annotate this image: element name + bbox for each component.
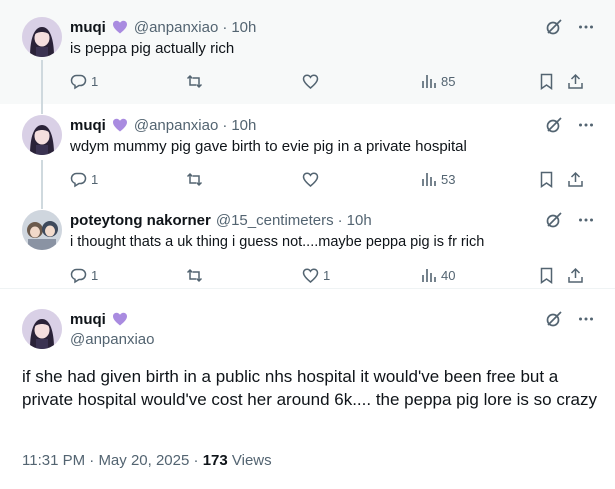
share-icon <box>568 73 583 89</box>
divider <box>0 288 615 289</box>
author-handle[interactable]: @anpanxiao <box>134 19 218 36</box>
separator-dot: · <box>89 452 95 469</box>
thread-connector <box>41 60 43 104</box>
reply-3[interactable]: poteytong nakorner @15_centimeters · 10h… <box>0 200 615 288</box>
bookmark-button[interactable] <box>538 71 555 91</box>
reply-icon <box>70 172 87 187</box>
reply-count: 1 <box>91 171 99 187</box>
more-icon[interactable] <box>577 116 595 134</box>
conversation-thread: muqi @anpanxiao · 10h is peppa pig actua… <box>0 0 615 489</box>
post-time[interactable]: 10h <box>231 19 256 36</box>
author-handle[interactable]: @15_centimeters <box>216 212 334 229</box>
grok-icon[interactable] <box>545 116 563 134</box>
views-icon <box>422 172 436 186</box>
bookmark-icon <box>540 267 553 284</box>
reply-2[interactable]: muqi @anpanxiao · 10h wdym mummy pig gav… <box>0 104 615 200</box>
retweet-button[interactable] <box>186 169 203 189</box>
views-button[interactable]: 40 <box>420 265 455 285</box>
views-count: 40 <box>441 267 456 283</box>
purple-heart-icon <box>112 311 128 327</box>
share-button[interactable] <box>567 169 584 189</box>
like-button[interactable] <box>302 169 319 189</box>
separator-dot: · <box>337 211 343 229</box>
views-icon <box>422 74 436 88</box>
post-text: if she had given birth in a public nhs h… <box>22 367 597 409</box>
views-count: 85 <box>441 73 456 89</box>
author-name[interactable]: poteytong nakorner <box>70 212 211 229</box>
reply-icon <box>70 268 87 283</box>
retweet-button[interactable] <box>186 265 203 285</box>
views-count: 173 <box>202 452 228 469</box>
reply-text: wdym mummy pig gave birth to evie pig in… <box>70 138 467 155</box>
author-name[interactable]: muqi <box>70 311 106 328</box>
reply-button[interactable]: 1 <box>70 71 98 91</box>
thread-connector <box>41 160 43 200</box>
author-handle[interactable]: @anpanxiao <box>134 117 218 134</box>
like-icon <box>302 267 319 283</box>
post-time[interactable]: 10h <box>231 117 256 134</box>
views-label: Views <box>231 452 272 469</box>
more-icon[interactable] <box>577 310 595 328</box>
views-icon <box>422 268 436 282</box>
share-icon <box>568 267 583 283</box>
retweet-icon <box>186 268 203 282</box>
reply-text: i thought thats a uk thing i guess not..… <box>70 234 485 250</box>
reply-1[interactable]: muqi @anpanxiao · 10h is peppa pig actua… <box>0 0 615 104</box>
views-button[interactable]: 85 <box>420 71 455 91</box>
post-meta: 11:31 PM · May 20, 2025 · 173 Views <box>22 452 272 469</box>
reply-count: 1 <box>91 267 99 283</box>
reply-text: is peppa pig actually rich <box>70 40 235 57</box>
separator-dot: · <box>193 452 199 469</box>
separator-dot: · <box>222 116 228 134</box>
avatar[interactable] <box>22 115 62 155</box>
reply-count: 1 <box>91 73 99 89</box>
like-icon <box>302 73 319 89</box>
avatar[interactable] <box>22 17 62 57</box>
views-button[interactable]: 53 <box>420 169 455 189</box>
purple-heart-icon <box>112 19 128 35</box>
post-date[interactable]: May 20, 2025 <box>98 452 189 469</box>
like-count: 1 <box>323 267 331 283</box>
retweet-button[interactable] <box>186 71 203 91</box>
grok-icon[interactable] <box>545 18 563 36</box>
reply-button[interactable]: 1 <box>70 169 98 189</box>
avatar[interactable] <box>22 309 62 349</box>
reply-button[interactable]: 1 <box>70 265 98 285</box>
avatar[interactable] <box>22 210 62 250</box>
grok-icon[interactable] <box>545 310 563 328</box>
like-button[interactable]: 1 <box>302 265 330 285</box>
retweet-icon <box>186 172 203 186</box>
retweet-icon <box>186 74 203 88</box>
bookmark-icon <box>540 171 553 188</box>
views-count: 53 <box>441 171 456 187</box>
author-handle[interactable]: @anpanxiao <box>70 331 154 351</box>
grok-icon[interactable] <box>545 211 563 229</box>
author-name[interactable]: muqi <box>70 19 106 36</box>
post-time[interactable]: 10h <box>347 212 372 229</box>
bookmark-button[interactable] <box>538 169 555 189</box>
thread-connector <box>41 104 43 114</box>
thread-connector <box>41 200 43 209</box>
share-button[interactable] <box>567 71 584 91</box>
reply-icon <box>70 74 87 89</box>
purple-heart-icon <box>112 117 128 133</box>
author-name[interactable]: muqi <box>70 117 106 134</box>
more-icon[interactable] <box>577 211 595 229</box>
share-icon <box>568 171 583 187</box>
share-button[interactable] <box>567 265 584 285</box>
bookmark-icon <box>540 73 553 90</box>
more-icon[interactable] <box>577 18 595 36</box>
bookmark-button[interactable] <box>538 265 555 285</box>
like-icon <box>302 171 319 187</box>
like-button[interactable] <box>302 71 319 91</box>
post-time[interactable]: 11:31 PM <box>22 452 85 469</box>
separator-dot: · <box>222 18 228 36</box>
